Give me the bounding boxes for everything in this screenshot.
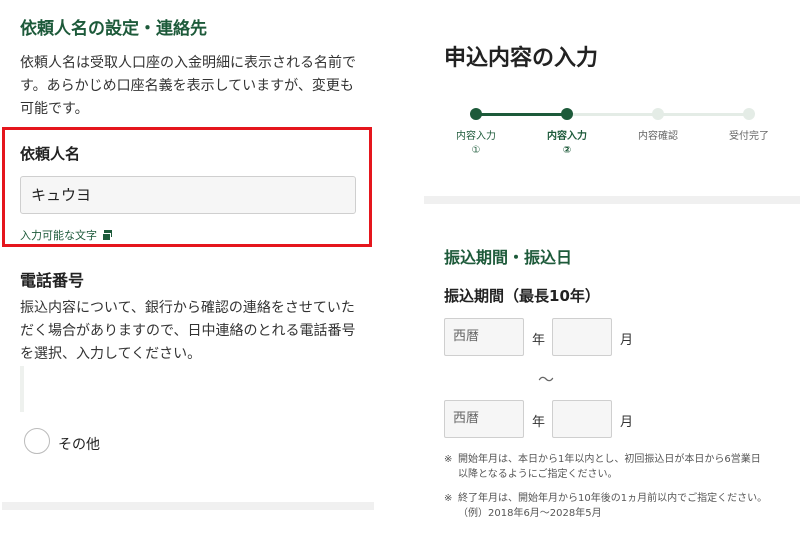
- end-era-select[interactable]: 西暦: [444, 400, 524, 438]
- step-label-3: 内容確認: [638, 131, 678, 142]
- step-label-2: 内容入力 ②: [547, 131, 587, 156]
- requester-description: 依頼人名は受取人口座の入金明細に表示される名前で す。あらかじめ口座名義を表示し…: [20, 55, 356, 117]
- page-title: 申込内容の入力: [444, 46, 599, 71]
- phone-description: 振込内容について、銀行から確認の連絡をさせていた だく場合がありますので、日中連…: [20, 300, 356, 362]
- requester-name-input[interactable]: キュウヨ: [20, 176, 356, 214]
- end-month-unit: 月: [620, 415, 634, 430]
- external-link-icon: [102, 230, 112, 241]
- right-section-divider: [424, 196, 800, 204]
- end-month-select[interactable]: [552, 400, 612, 438]
- range-separator: ～: [538, 370, 555, 389]
- step-label-4: 受付完了: [729, 131, 769, 142]
- panel-gutter: [376, 0, 424, 545]
- step-label-1: 内容入力 ①: [456, 131, 496, 156]
- start-era-select[interactable]: 西暦: [444, 318, 524, 356]
- transfer-period-section-title: 振込期間・振込日: [444, 248, 573, 267]
- end-year-unit: 年: [532, 415, 546, 430]
- start-month-note: ※ 開始年月は、本日から1年以内とし、初回振込日が本日から6営業日 以降となるよう…: [444, 454, 761, 480]
- progress-track-done: [476, 113, 567, 116]
- start-year-unit: 年: [532, 333, 546, 348]
- left-panel: 依頼人名の設定・連絡先 依頼人名は受取人口座の入金明細に表示される名前で す。あ…: [0, 0, 376, 545]
- phone-option-bar: [20, 366, 24, 412]
- end-month-note: ※ 終了年月は、開始年月から10年後の1ヵ月前以内でご指定ください。 （例）201…: [444, 493, 768, 519]
- phone-section-title: 電話番号: [20, 271, 85, 290]
- start-month-select[interactable]: [552, 318, 612, 356]
- requester-name-label: 依頼人名: [20, 145, 81, 163]
- step-dot-3: [652, 108, 664, 120]
- allowed-characters-link[interactable]: 入力可能な文字: [20, 227, 112, 243]
- step-dot-2: [561, 108, 573, 120]
- right-panel: 申込内容の入力 内容入力 ① 内容入力 ② 内容確認 受付完了 振込期間・振込日…: [424, 0, 800, 545]
- step-dot-4: [743, 108, 755, 120]
- left-section-divider: [2, 502, 374, 510]
- start-month-unit: 月: [620, 333, 634, 348]
- step-dot-1: [470, 108, 482, 120]
- requester-section-title: 依頼人名の設定・連絡先: [20, 19, 207, 39]
- transfer-period-label: 振込期間（最長10年）: [444, 287, 600, 305]
- other-radio-label[interactable]: その他: [58, 434, 100, 454]
- other-radio-button[interactable]: [24, 428, 50, 454]
